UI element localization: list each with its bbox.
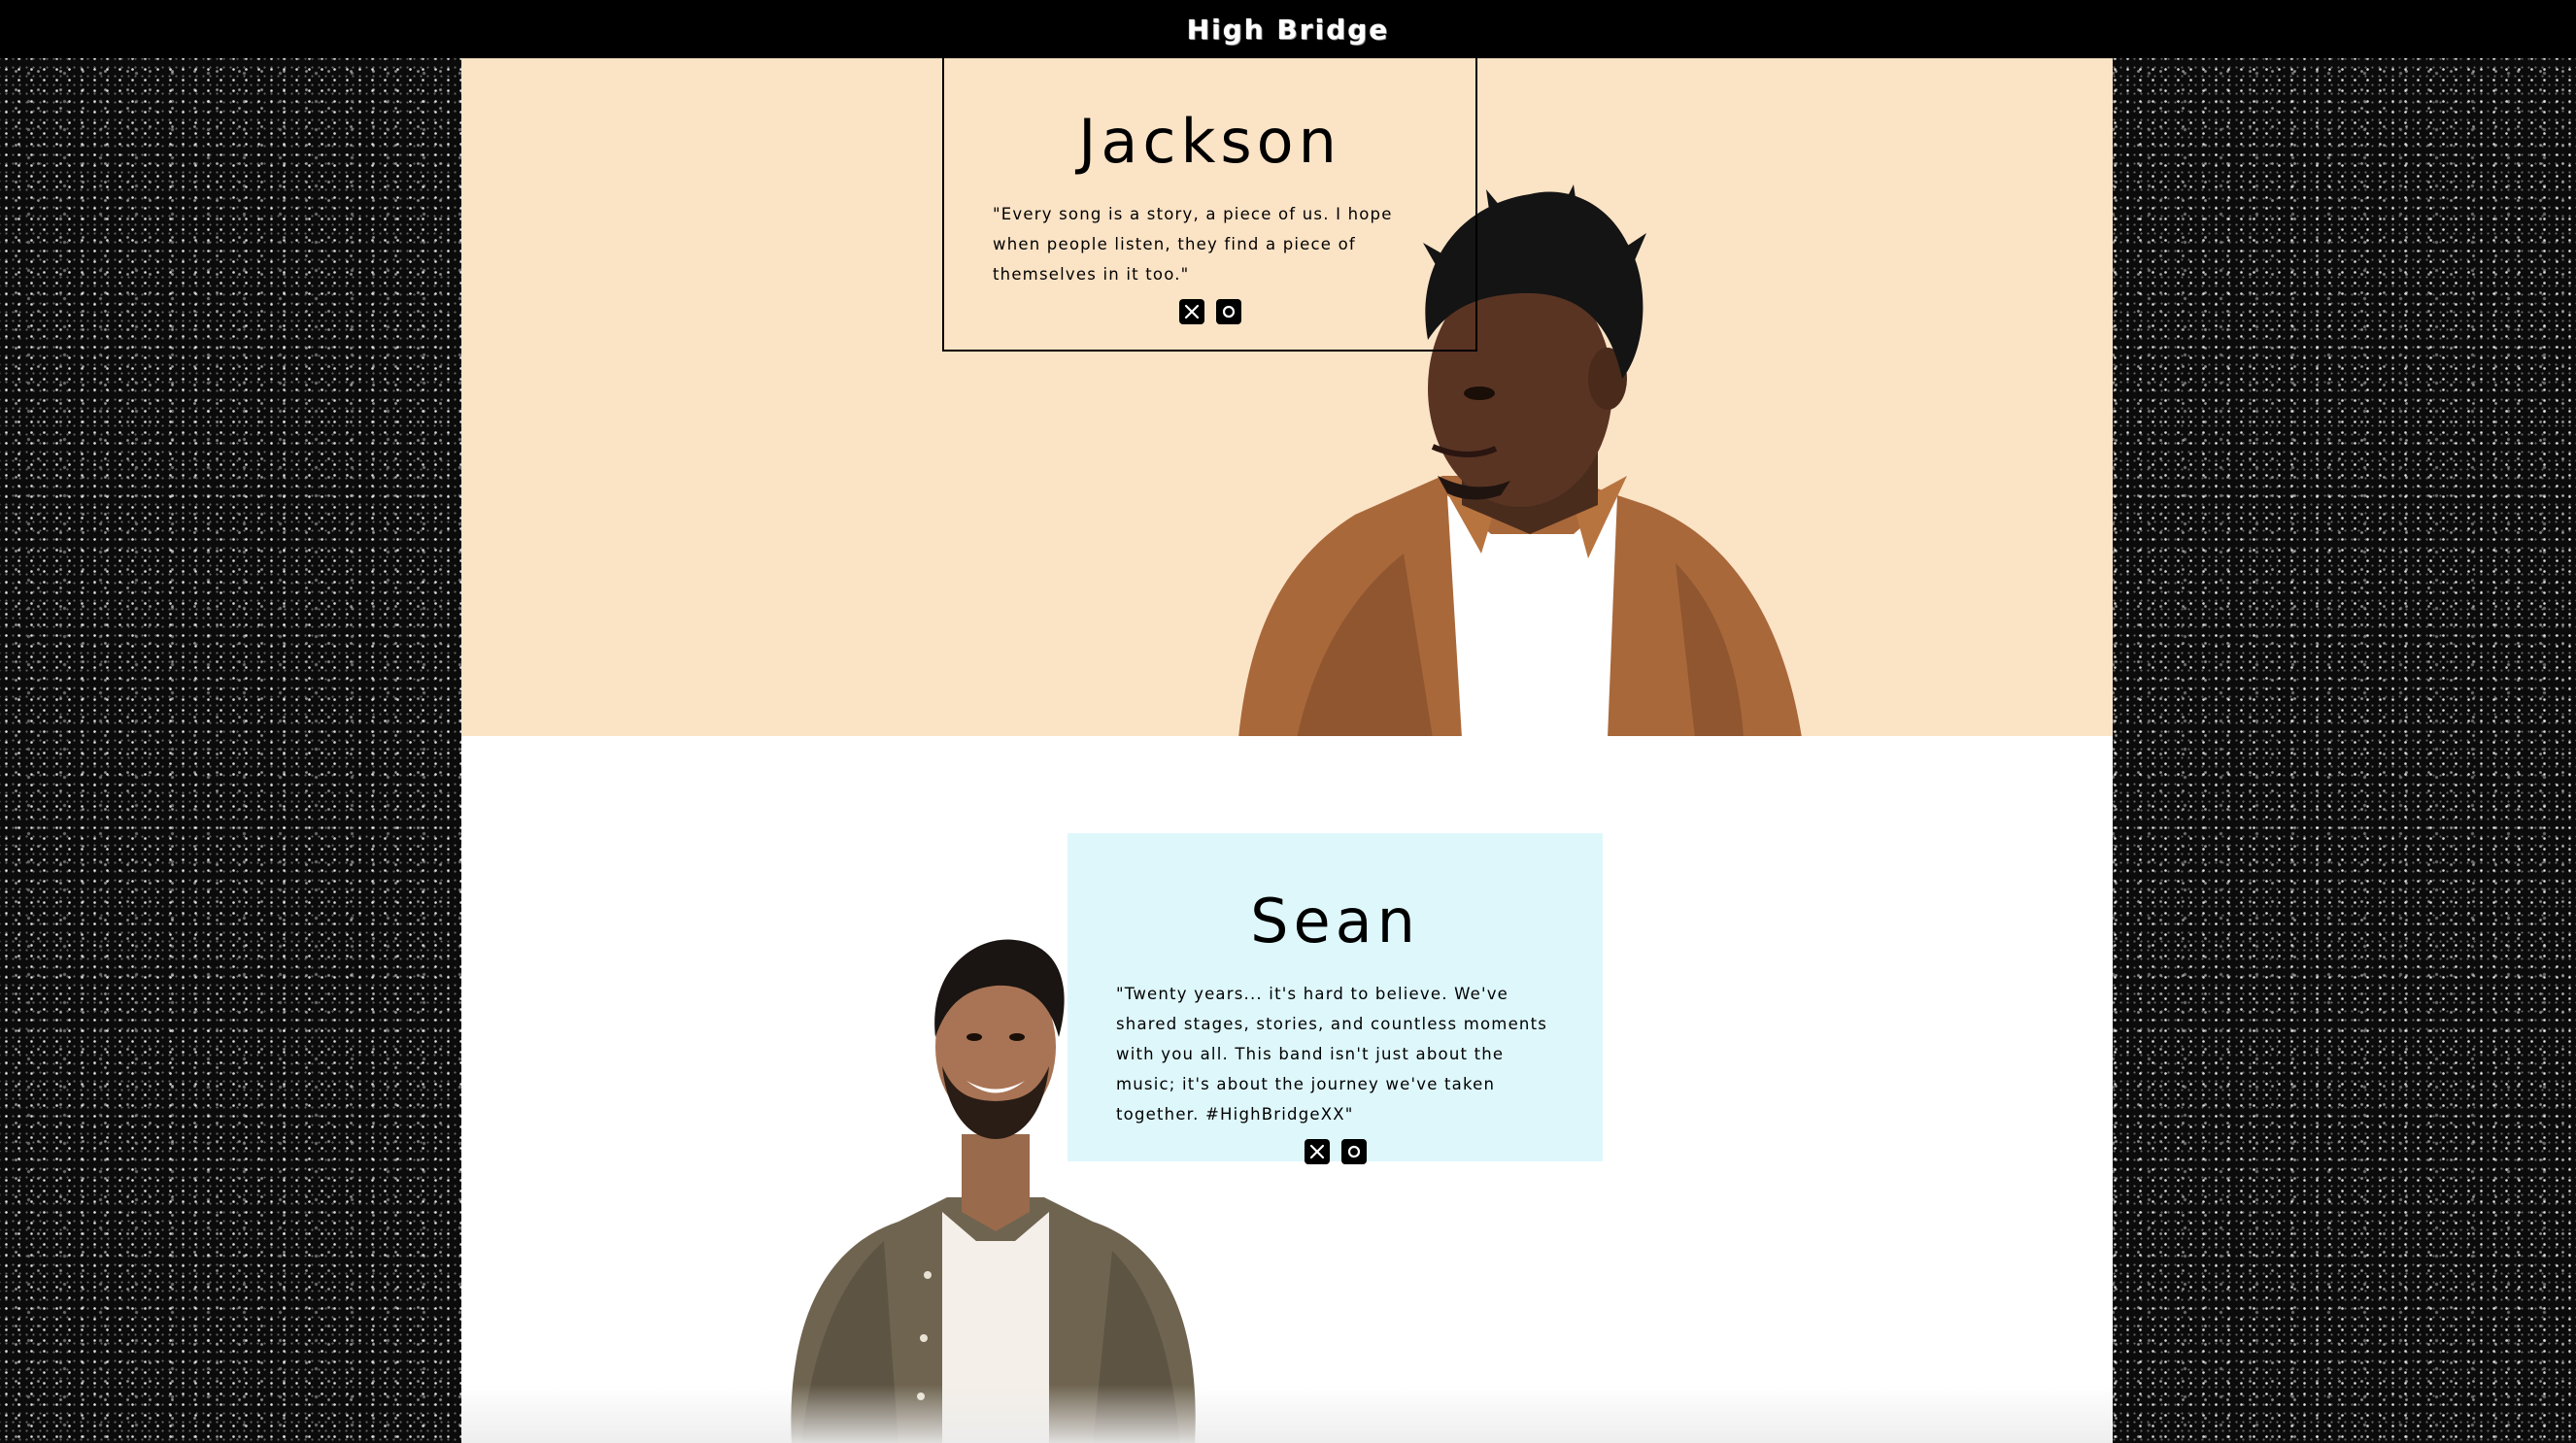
member-card-jackson: Jackson "Every song is a story, a piece …	[942, 58, 1477, 352]
member-section-sean: Sean "Twenty years... it's hard to belie…	[461, 736, 2113, 1443]
band-members-content: Jackson "Every song is a story, a piece …	[461, 58, 2113, 1443]
x-icon[interactable]	[1178, 299, 1204, 324]
instagram-icon[interactable]	[1340, 1139, 1367, 1164]
instagram-icon[interactable]	[1215, 299, 1241, 324]
top-bar: High Bridge	[0, 0, 2576, 58]
bottom-fade	[461, 1385, 2113, 1443]
member-card-sean: Sean "Twenty years... it's hard to belie…	[1068, 833, 1603, 1164]
member-name: Sean	[1250, 886, 1420, 956]
member-quote: "Twenty years... it's hard to believe. W…	[1116, 985, 1548, 1124]
member-section-jackson: Jackson "Every song is a story, a piece …	[461, 58, 2113, 736]
member-quote: "Every song is a story, a piece of us. I…	[993, 205, 1393, 284]
brand-logo[interactable]: High Bridge	[1187, 14, 1390, 46]
social-links	[993, 299, 1427, 324]
x-icon[interactable]	[1304, 1139, 1330, 1164]
social-links	[1116, 1139, 1554, 1164]
member-name: Jackson	[1078, 106, 1341, 177]
